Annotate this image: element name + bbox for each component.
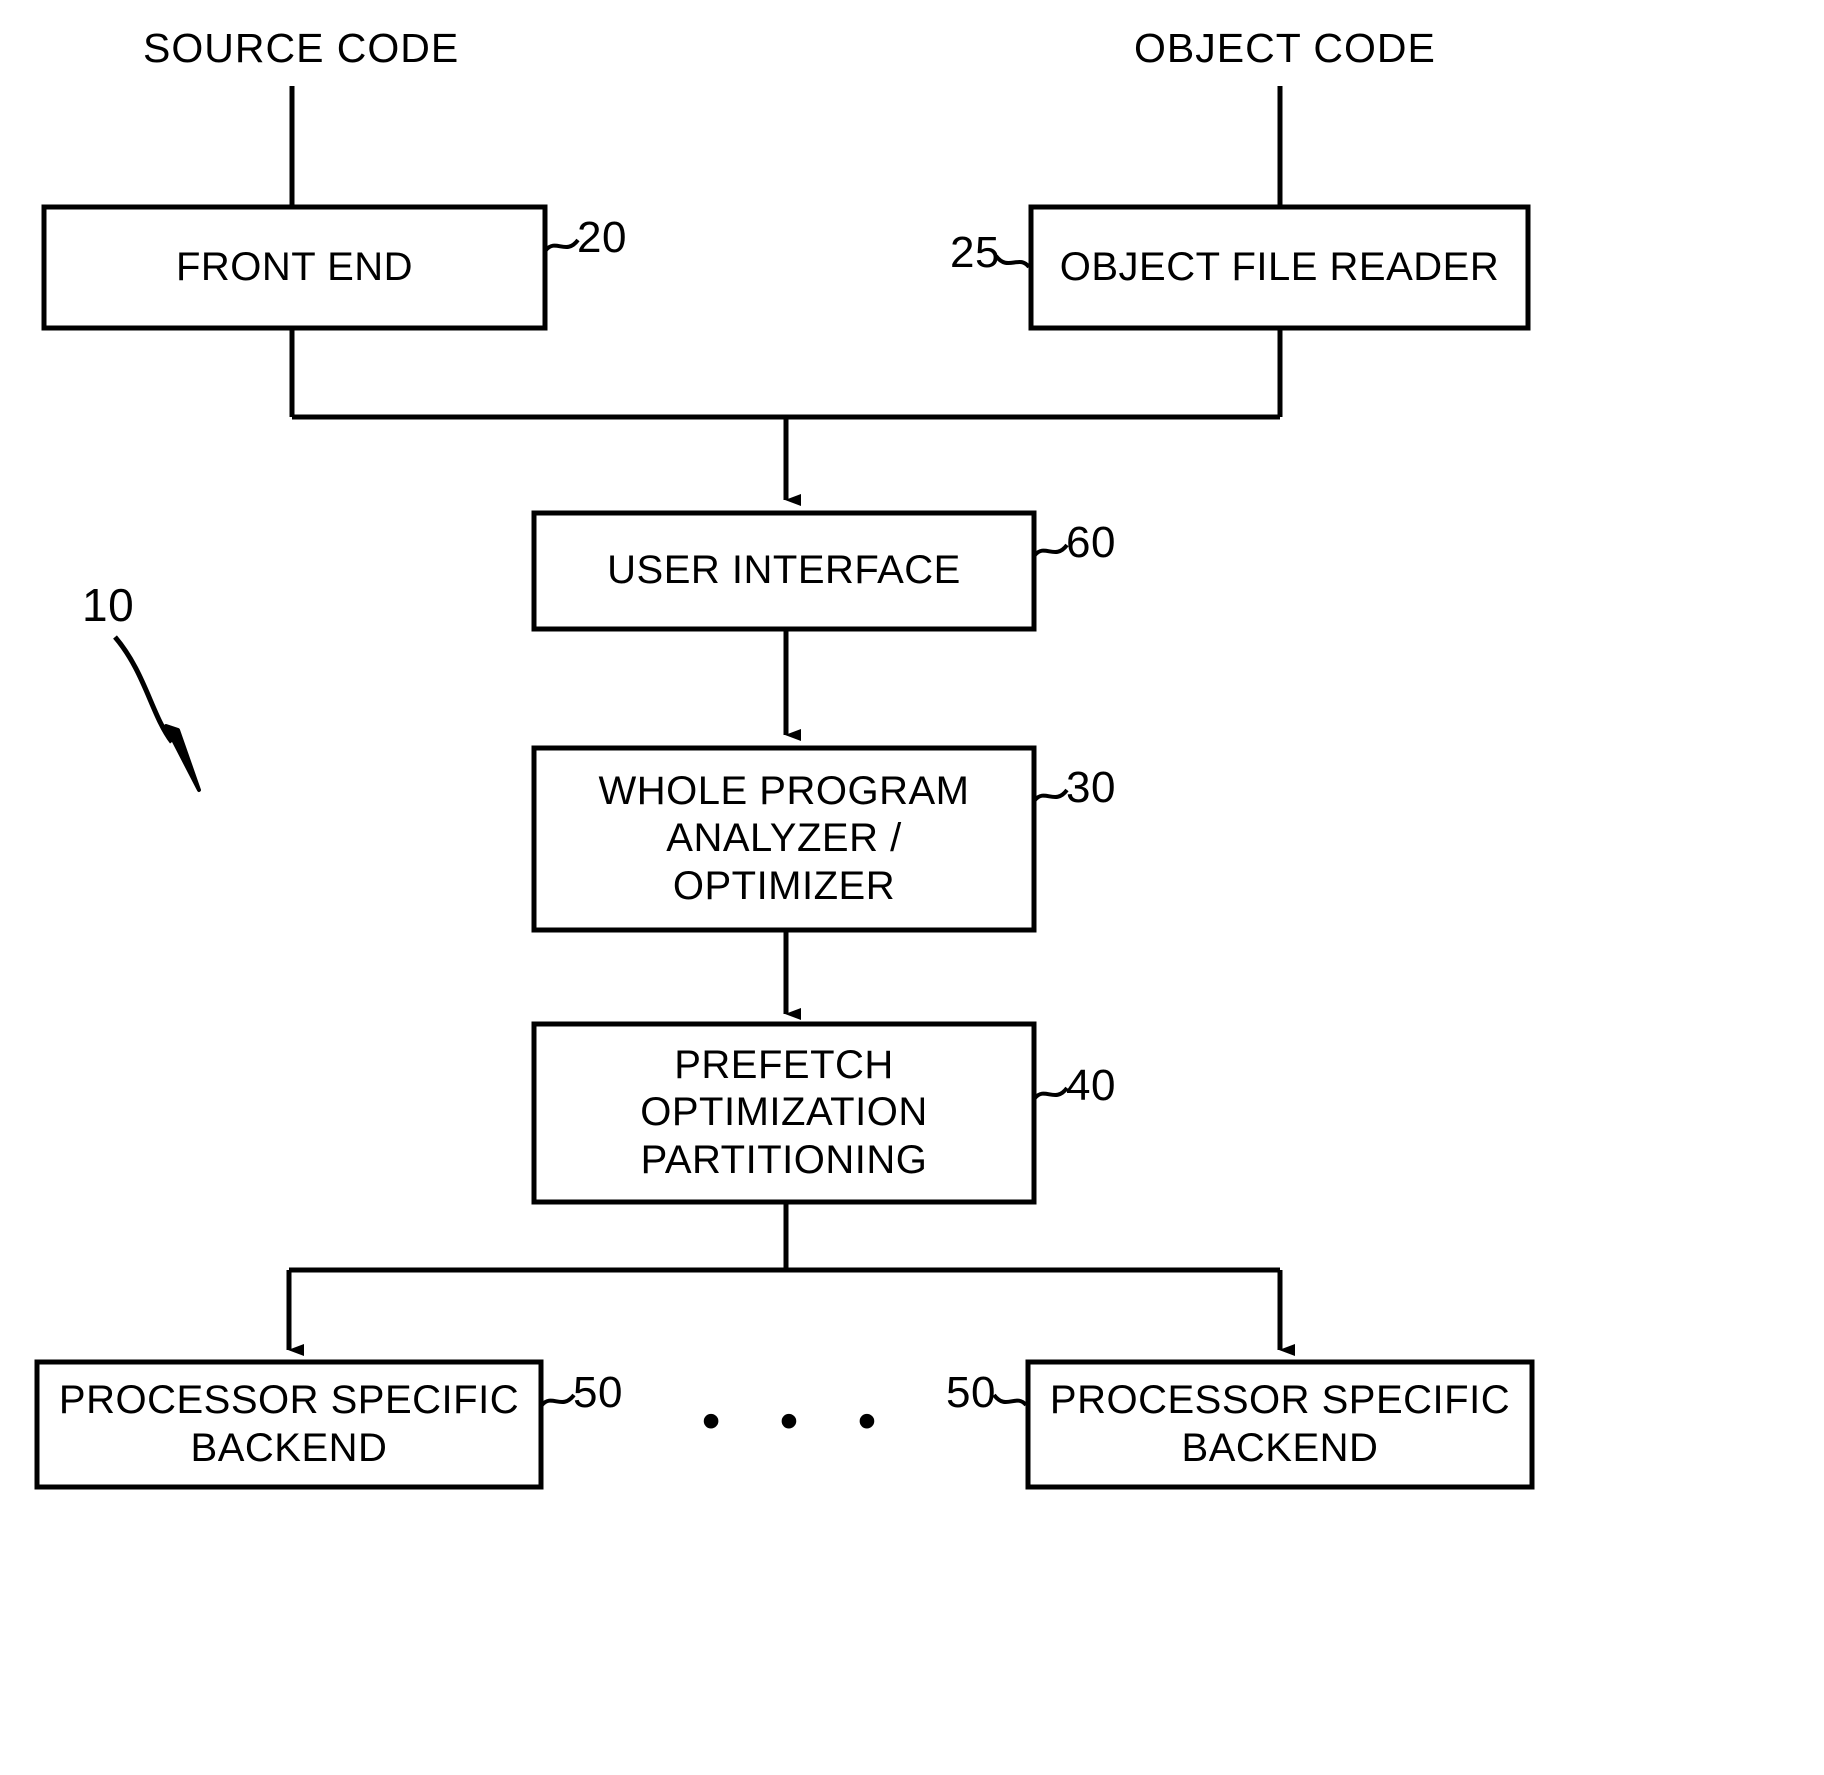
leader-line-ref-60 (1033, 543, 1069, 557)
box-front-end (41, 204, 548, 331)
source-code-input-label: SOURCE CODE (143, 25, 460, 71)
leader-line-ref-50-right (992, 1393, 1028, 1407)
object-code-input-label: OBJECT CODE (1134, 25, 1436, 71)
box-prefetch-optimization-partitioning (531, 1021, 1037, 1205)
leader-line-ref-20 (544, 238, 580, 252)
box-processor-specific-backend-right (1025, 1359, 1535, 1490)
leader-arrowhead-ref-10 (164, 724, 201, 792)
reference-numeral-50-left: 50 (573, 1368, 623, 1417)
leader-line-ref-10 (113, 635, 174, 744)
reference-numeral-10: 10 (82, 579, 135, 631)
box-user-interface (531, 510, 1037, 632)
reference-numeral-40: 40 (1066, 1061, 1116, 1110)
reference-numeral-50-right: 50 (946, 1368, 996, 1417)
reference-numeral-60: 60 (1066, 518, 1116, 567)
diagram-vector-layer (34, 86, 1535, 1490)
leader-line-ref-50-left (540, 1393, 576, 1407)
leader-line-ref-40 (1033, 1086, 1069, 1100)
leader-line-ref-30 (1033, 788, 1069, 802)
box-object-file-reader (1028, 204, 1531, 331)
box-processor-specific-backend-left (34, 1359, 544, 1490)
reference-numeral-25: 25 (950, 228, 1000, 277)
figure-canvas: SOURCE CODE OBJECT CODE FRONT END OBJECT… (0, 0, 1824, 1775)
leader-line-ref-25 (994, 254, 1031, 269)
reference-numeral-30: 30 (1066, 763, 1116, 812)
reference-numeral-20: 20 (577, 213, 627, 262)
backend-ellipsis: • • • (701, 1391, 899, 1451)
box-whole-program-analyzer-optimizer (531, 745, 1037, 933)
